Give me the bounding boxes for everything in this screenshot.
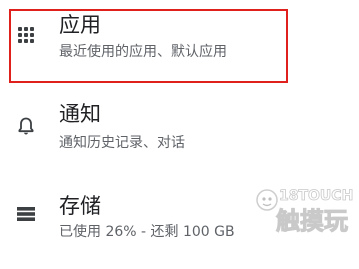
watermark-logo: 18TOUCH 触摸玩 — [256, 183, 356, 239]
storage-icon — [15, 203, 37, 225]
settings-item-subtitle: 最近使用的应用、默认应用 — [59, 44, 227, 60]
apps-grid-icon — [15, 24, 37, 46]
settings-item-subtitle: 已使用 26% - 还剩 100 GB — [59, 224, 235, 240]
settings-item-apps[interactable]: 应用 最近使用的应用、默认应用 — [0, 0, 359, 92]
settings-item-subtitle: 通知历史记录、对话 — [59, 135, 185, 151]
svg-text:触摸玩: 触摸玩 — [276, 207, 348, 235]
settings-item-title: 应用 — [59, 13, 101, 37]
settings-item-title: 存储 — [59, 194, 101, 218]
settings-item-title: 通知 — [59, 102, 101, 126]
svg-text:18TOUCH: 18TOUCH — [279, 188, 353, 204]
bell-icon — [15, 115, 37, 137]
settings-item-notifications[interactable]: 通知 通知历史记录、对话 — [0, 92, 359, 180]
